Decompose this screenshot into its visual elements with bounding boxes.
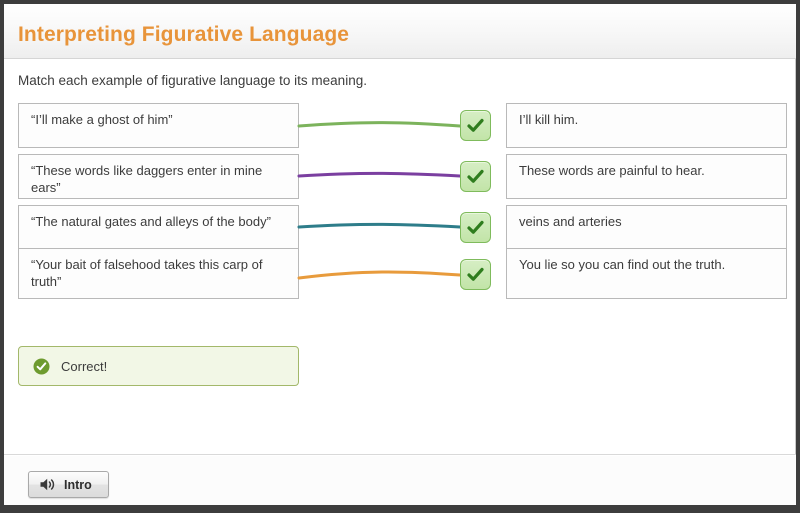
check-icon <box>467 267 484 281</box>
instruction-text: Match each example of figurative languag… <box>18 73 367 88</box>
match-check-button[interactable] <box>460 110 491 141</box>
match-check-button[interactable] <box>460 212 491 243</box>
intro-button[interactable]: Intro <box>28 471 109 498</box>
check-icon <box>467 169 484 183</box>
check-button-layer <box>4 96 796 296</box>
speaker-icon <box>40 478 55 491</box>
header-bar: Interpreting Figurative Language <box>4 4 796 59</box>
check-icon <box>467 220 484 234</box>
intro-button-label: Intro <box>64 477 92 492</box>
check-icon <box>467 118 484 132</box>
page-title: Interpreting Figurative Language <box>18 23 350 46</box>
footer-bar <box>4 455 796 505</box>
match-check-button[interactable] <box>460 259 491 290</box>
application-frame: Interpreting Figurative Language Match e… <box>0 0 800 513</box>
check-circle-icon <box>33 358 50 375</box>
page-surface: Interpreting Figurative Language Match e… <box>4 4 796 505</box>
match-check-button[interactable] <box>460 161 491 192</box>
feedback-banner: Correct! <box>18 346 299 386</box>
feedback-text: Correct! <box>61 359 108 374</box>
